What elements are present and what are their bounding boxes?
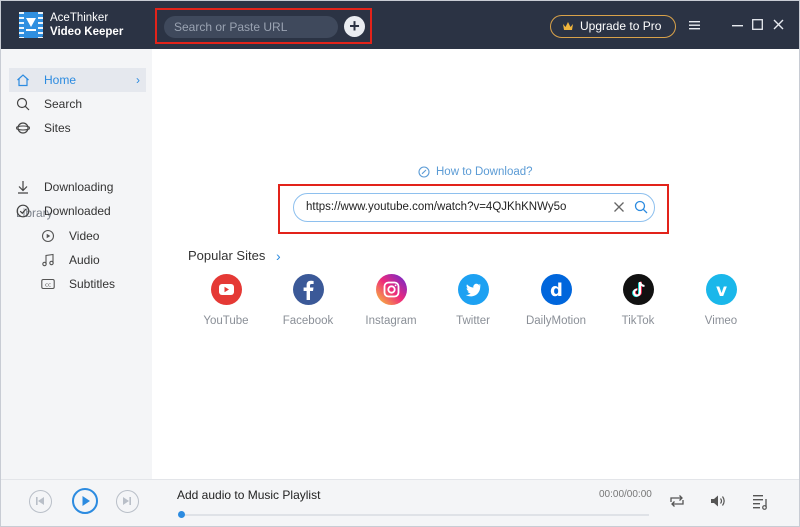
tiktok-icon (622, 274, 654, 305)
sidebar-label-downloading: Downloading (44, 180, 114, 194)
site-facebook[interactable]: Facebook (268, 274, 348, 327)
progress-track[interactable] (180, 514, 649, 516)
site-youtube[interactable]: YouTube (186, 274, 266, 327)
app-name-line1: AceThinker (50, 12, 109, 24)
player-bar: Add audio to Music Playlist 00:00/00:00 (1, 479, 799, 526)
sidebar-item-downloading[interactable]: Downloading (9, 175, 146, 199)
sidebar: Home › Search Sites Library Downloading … (1, 49, 152, 479)
url-input[interactable]: https://www.youtube.com/watch?v=4QJKhKNW… (293, 193, 655, 222)
check-circle-icon (16, 204, 30, 218)
search-icon (16, 97, 30, 111)
app-window: AceThinker Video Keeper Search or Paste … (0, 0, 800, 527)
sidebar-label-downloaded: Downloaded (44, 204, 111, 218)
app-name: AceThinker Video Keeper (50, 11, 123, 39)
site-instagram[interactable]: Instagram (351, 274, 431, 327)
site-tiktok[interactable]: TikTok (598, 274, 678, 327)
url-search-icon[interactable] (634, 200, 648, 214)
sidebar-label-sites: Sites (44, 121, 71, 135)
twitter-icon (457, 274, 489, 305)
play-button[interactable] (72, 488, 98, 514)
volume-icon[interactable] (709, 493, 727, 509)
chevron-right-icon: › (136, 73, 140, 87)
next-button[interactable] (116, 490, 139, 513)
url-value: https://www.youtube.com/watch?v=4QJKhKNW… (306, 201, 567, 213)
site-dailymotion[interactable]: d DailyMotion (516, 274, 596, 327)
subtitles-icon: cc (41, 278, 55, 290)
track-title: Add audio to Music Playlist (177, 488, 321, 502)
site-name: DailyMotion (525, 315, 587, 327)
site-twitter[interactable]: Twitter (433, 274, 513, 327)
home-icon (17, 74, 29, 87)
play-icon (82, 496, 90, 506)
popular-sites-chevron-icon[interactable]: › (276, 248, 281, 264)
minimize-icon[interactable] (732, 18, 743, 34)
add-url-button[interactable]: + (344, 16, 365, 37)
vimeo-icon: v (705, 274, 737, 305)
sidebar-item-sites[interactable]: Sites (9, 116, 146, 140)
sidebar-item-home[interactable]: Home › (9, 68, 146, 92)
instagram-icon (375, 274, 407, 305)
skip-next-icon (123, 497, 131, 505)
sidebar-item-search[interactable]: Search (9, 92, 146, 116)
popular-sites-title: Popular Sites (188, 248, 266, 263)
sidebar-label-audio: Audio (69, 253, 100, 267)
close-icon[interactable] (773, 18, 784, 34)
app-name-line2: Video Keeper (50, 26, 124, 38)
crown-icon (563, 22, 573, 30)
site-name: Instagram (365, 315, 417, 327)
dailymotion-icon: d (540, 274, 572, 305)
download-icon (18, 181, 28, 194)
sidebar-item-downloaded[interactable]: Downloaded (9, 199, 146, 223)
how-to-download-link[interactable]: How to Download? (418, 165, 533, 179)
playlist-icon[interactable] (752, 493, 770, 511)
play-circle-icon (41, 229, 55, 243)
sites-icon (16, 122, 30, 134)
facebook-icon (292, 274, 324, 305)
progress-knob[interactable] (178, 511, 185, 518)
site-name: YouTube (203, 315, 249, 327)
site-name: Vimeo (704, 315, 738, 327)
music-note-icon (42, 253, 54, 267)
sidebar-label-search: Search (44, 97, 83, 111)
sidebar-label-video: Video (69, 229, 100, 243)
help-circle-icon (418, 166, 430, 178)
maximize-icon[interactable] (752, 18, 763, 34)
time-display: 00:00/00:00 (599, 489, 652, 500)
clear-icon[interactable] (613, 200, 625, 214)
top-search-input[interactable]: Search or Paste URL (164, 16, 338, 38)
sidebar-label-home: Home (44, 73, 77, 87)
how-to-download-label: How to Download? (436, 166, 533, 178)
title-bar: AceThinker Video Keeper Search or Paste … (1, 1, 799, 49)
youtube-icon (210, 274, 242, 305)
upgrade-label: Upgrade to Pro (580, 19, 662, 33)
svg-text:cc: cc (45, 283, 51, 289)
sidebar-label-subtitles: Subtitles (69, 277, 116, 291)
site-name: TikTok (621, 315, 655, 327)
site-vimeo[interactable]: v Vimeo (681, 274, 761, 327)
site-name: Facebook (282, 315, 334, 327)
site-name: Twitter (456, 315, 490, 327)
upgrade-button[interactable]: Upgrade to Pro (550, 15, 676, 38)
svg-text:d: d (550, 280, 563, 301)
previous-button[interactable] (29, 490, 52, 513)
svg-text:v: v (715, 281, 726, 301)
menu-icon[interactable] (689, 18, 700, 34)
skip-previous-icon (36, 497, 44, 505)
repeat-icon[interactable] (668, 493, 686, 509)
app-logo-icon (19, 12, 43, 38)
